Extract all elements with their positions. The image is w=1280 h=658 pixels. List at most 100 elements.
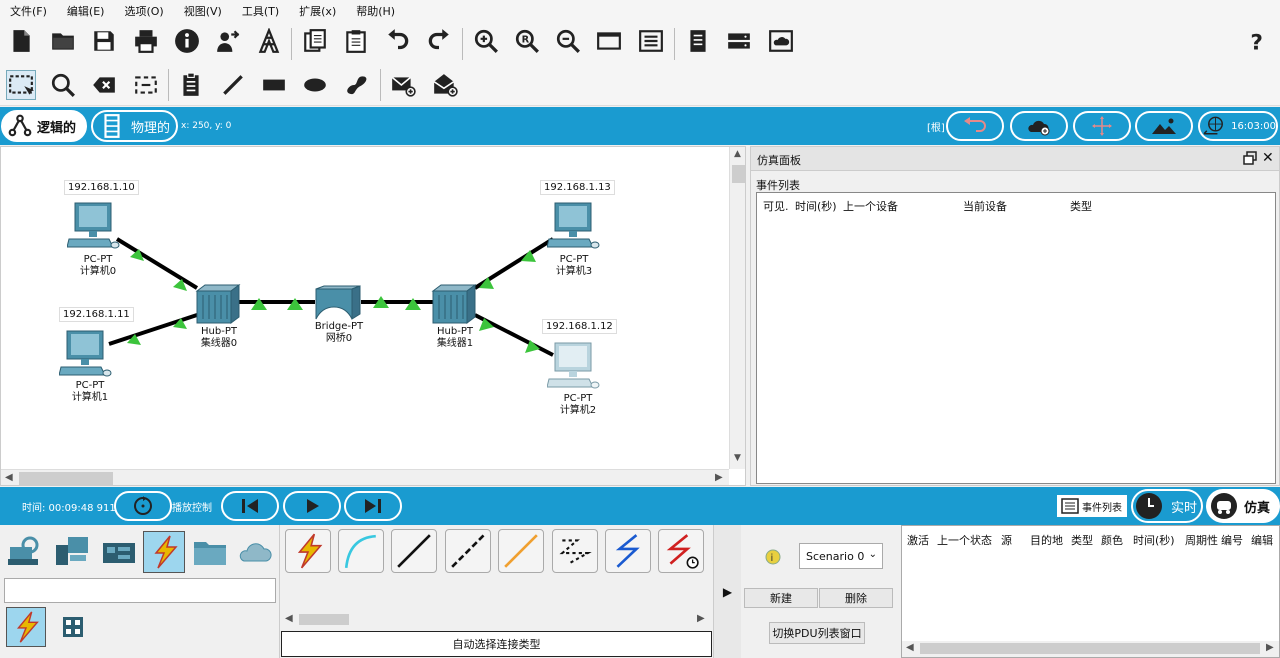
components-icon[interactable] (100, 533, 138, 574)
scroll-right-arrow-icon[interactable]: ▶ (1266, 642, 1274, 653)
pc2-computer-icon[interactable] (546, 341, 601, 396)
pdu-col-destination[interactable]: 目的地 (1030, 532, 1063, 548)
canvas-horizontal-scrollbar[interactable]: ◀ ▶ (1, 469, 729, 485)
menu-help[interactable]: 帮助(H) (346, 0, 405, 20)
background-image-button[interactable] (1135, 111, 1193, 141)
ellipse-draw-icon[interactable] (300, 70, 330, 100)
menu-options[interactable]: 选项(O) (114, 0, 173, 20)
undo-icon[interactable] (383, 26, 413, 56)
info-icon[interactable] (172, 26, 202, 56)
move-object-button[interactable] (1073, 111, 1131, 141)
new-scenario-button[interactable]: 新建 (744, 588, 818, 608)
window-icon[interactable] (594, 26, 624, 56)
redo-icon[interactable] (424, 26, 454, 56)
connection-scroll-thumb[interactable] (299, 614, 349, 625)
pdu-col-edit[interactable]: 编辑 (1251, 532, 1273, 548)
device-rack-icon[interactable] (724, 26, 754, 56)
connections-category-icon[interactable] (143, 531, 185, 573)
menu-view[interactable]: 视图(V) (174, 0, 232, 20)
toggle-pdu-list-button[interactable]: 切换PDU列表窗口 (769, 622, 865, 644)
simulation-mode-tab[interactable]: 仿真 (1206, 489, 1280, 523)
scroll-right-arrow-icon[interactable]: ▶ (715, 472, 723, 483)
copper-cross-over-icon[interactable] (445, 529, 491, 573)
auto-connection-subtype-icon[interactable] (6, 607, 46, 647)
reset-simulation-button[interactable] (114, 491, 172, 521)
menu-edit[interactable]: 编辑(E) (57, 0, 115, 20)
event-col-current-device[interactable]: 当前设备 (963, 198, 1007, 214)
pc3-computer-icon[interactable] (546, 201, 601, 256)
user-network-icon[interactable] (213, 26, 243, 56)
tower-icon[interactable] (254, 26, 284, 56)
document-icon[interactable] (683, 26, 713, 56)
serial-dce-icon[interactable] (658, 529, 704, 573)
pdu-horizontal-scrollbar[interactable]: ◀ ▶ (902, 641, 1279, 657)
collapse-panel-toggle[interactable]: ▶ (713, 525, 741, 658)
pdu-col-number[interactable]: 编号 (1221, 532, 1243, 548)
menu-extensions[interactable]: 扩展(x) (289, 0, 346, 20)
play-button[interactable] (283, 491, 341, 521)
event-col-prev-device[interactable]: 上一个设备 (843, 198, 898, 214)
auto-connection-icon[interactable] (285, 529, 331, 573)
end-devices-icon[interactable] (52, 533, 90, 574)
event-col-type[interactable]: 类型 (1070, 198, 1092, 214)
menu-file[interactable]: 文件(F) (0, 0, 57, 20)
zoom-out-icon[interactable] (553, 26, 583, 56)
tab-physical[interactable]: 物理的 (91, 110, 178, 142)
canvas-vertical-scrollbar[interactable]: ▲ ▼ (729, 147, 745, 469)
vertical-scroll-thumb[interactable] (732, 165, 745, 183)
scroll-left-arrow-icon[interactable]: ◀ (906, 642, 914, 653)
console-cable-icon[interactable] (338, 529, 384, 573)
scroll-down-arrow-icon[interactable]: ▼ (734, 453, 741, 463)
add-complex-pdu-icon[interactable] (430, 70, 460, 100)
coaxial-cable-icon[interactable] (605, 529, 651, 573)
paste-icon[interactable] (341, 26, 371, 56)
save-icon[interactable] (89, 26, 119, 56)
help-icon[interactable]: ? (1243, 26, 1273, 56)
menu-tools[interactable]: 工具(T) (232, 0, 289, 20)
pdu-col-periodic[interactable]: 周期性 (1185, 532, 1218, 548)
freeform-draw-icon[interactable] (341, 70, 371, 100)
inspect-icon[interactable] (48, 70, 78, 100)
topology-canvas[interactable]: 192.168.1.10 PC-PT 计算机0 192.168.1.11 PC-P… (0, 146, 746, 486)
horizontal-scroll-thumb[interactable] (19, 472, 113, 485)
zoom-in-icon[interactable] (471, 26, 501, 56)
bridge0-bridge-icon[interactable] (314, 285, 362, 324)
pdu-col-type[interactable]: 类型 (1071, 532, 1093, 548)
device-search-field[interactable] (4, 578, 276, 603)
event-col-time[interactable]: 时间(秒) (795, 198, 837, 214)
zoom-reset-icon[interactable]: R (512, 26, 542, 56)
pc1-computer-icon[interactable] (58, 329, 113, 384)
cluster-add-button[interactable] (1010, 111, 1068, 141)
event-col-visible[interactable]: 可见. (763, 198, 789, 214)
pdu-scroll-thumb[interactable] (920, 643, 1260, 654)
open-folder-icon[interactable] (48, 26, 78, 56)
pdu-col-last-status[interactable]: 上一个状态 (937, 532, 992, 548)
add-simple-pdu-icon[interactable] (388, 70, 418, 100)
connection-horizontal-scrollbar[interactable]: ◀ ▶ (281, 611, 712, 628)
pdu-col-time[interactable]: 时间(秒) (1133, 532, 1175, 548)
hub0-hub-icon[interactable] (195, 283, 241, 328)
pc0-computer-icon[interactable] (66, 201, 121, 256)
scroll-left-arrow-icon[interactable]: ◀ (5, 472, 13, 483)
miscellaneous-folder-icon[interactable] (191, 533, 229, 574)
select-tool-icon[interactable] (6, 70, 36, 100)
note-icon[interactable] (176, 70, 206, 100)
restore-window-icon[interactable] (1243, 151, 1257, 168)
step-forward-button[interactable] (344, 491, 402, 521)
scroll-left-arrow-icon[interactable]: ◀ (285, 613, 293, 624)
scenario-select[interactable]: Scenario 0 ⌄ (799, 543, 883, 569)
viewport-clock-button[interactable]: 16:03:00 (1198, 111, 1278, 141)
new-file-icon[interactable] (6, 26, 36, 56)
back-button[interactable] (946, 111, 1004, 141)
cloud-screen-icon[interactable] (766, 26, 796, 56)
realtime-mode-tab[interactable]: 实时 (1131, 489, 1203, 523)
fiber-icon[interactable] (498, 529, 544, 573)
scroll-right-arrow-icon[interactable]: ▶ (697, 613, 705, 624)
hub1-hub-icon[interactable] (431, 283, 477, 328)
tab-logical[interactable]: 逻辑的 (1, 110, 87, 142)
palette-list-icon[interactable] (636, 26, 666, 56)
event-list-button[interactable]: 事件列表 (1057, 495, 1127, 517)
resize-icon[interactable] (131, 70, 161, 100)
rectangle-draw-icon[interactable] (259, 70, 289, 100)
close-icon[interactable]: ✕ (1262, 150, 1274, 166)
